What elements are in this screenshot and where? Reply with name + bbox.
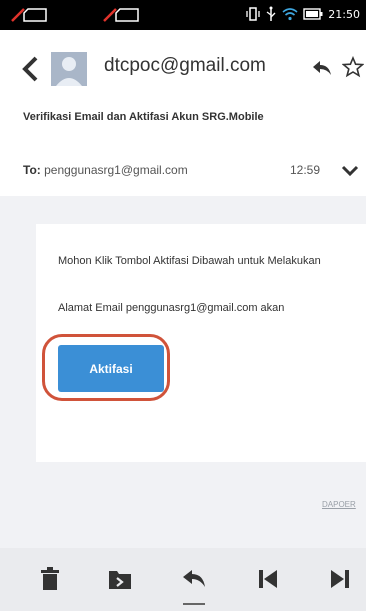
email-header: dtcpoc@gmail.com [0,44,366,94]
person-icon [56,57,82,86]
body-text-line1: Mohon Klik Tombol Aktifasi Dibawah untuk… [58,255,321,267]
status-bar: 21:50 [0,0,366,30]
previous-icon[interactable] [255,566,281,592]
reply-icon[interactable] [181,566,207,592]
to-label: To: [23,163,41,177]
reply-icon[interactable] [311,59,333,77]
active-indicator [183,603,205,605]
trash-icon[interactable] [37,566,63,592]
message-card: Mohon Klik Tombol Aktifasi Dibawah untuk… [36,224,366,462]
chevron-left-icon[interactable] [20,54,42,84]
sim-card-icon [23,8,47,22]
move-to-folder-icon[interactable] [107,566,133,592]
recipient-address: penggunasrg1@gmail.com [44,163,188,177]
footer-link[interactable]: DAPOER [322,500,356,509]
status-time: 21:50 [328,7,360,21]
next-icon[interactable] [327,566,353,592]
activate-button[interactable]: Aktifasi [58,345,164,392]
usb-icon [266,6,276,21]
email-time: 12:59 [290,163,321,177]
battery-icon [303,8,323,20]
email-body: Mohon Klik Tombol Aktifasi Dibawah untuk… [0,196,366,548]
recipient-line: To: penggunasrg1@gmail.com [23,163,188,177]
star-icon[interactable] [342,56,364,78]
bottom-toolbar [0,548,366,611]
avatar [51,52,87,86]
vibrate-icon [246,7,260,21]
body-text-line2: Alamat Email penggunasrg1@gmail.com akan [58,302,285,314]
sim-card-icon [115,8,139,22]
wifi-icon [282,8,298,21]
sender-address[interactable]: dtcpoc@gmail.com [104,55,266,77]
chevron-down-icon[interactable] [341,163,359,179]
email-subject: Verifikasi Email dan Aktifasi Akun SRG.M… [23,111,264,123]
